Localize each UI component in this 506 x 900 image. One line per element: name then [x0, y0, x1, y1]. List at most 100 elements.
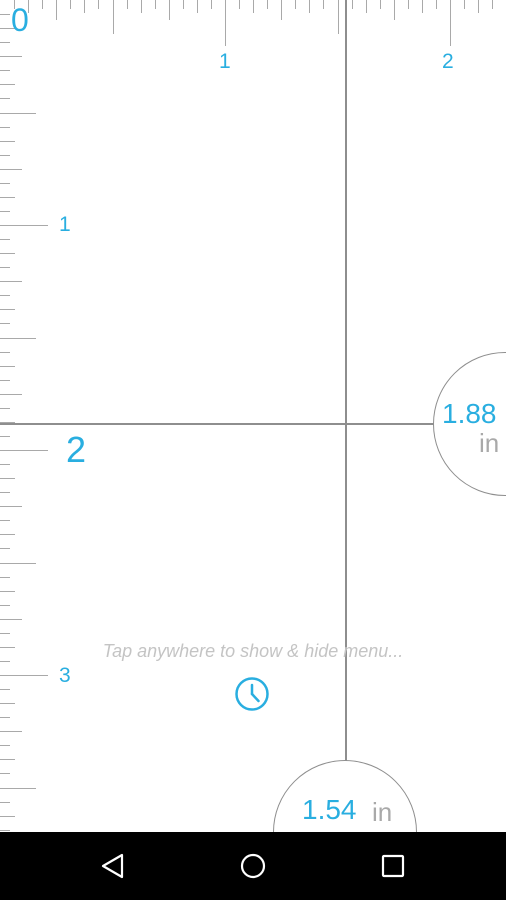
- top-ruler-tick: [435, 0, 437, 9]
- left-ruler-tick: [0, 210, 10, 212]
- top-ruler-tick: [154, 0, 156, 9]
- left-ruler-tick: [0, 182, 10, 184]
- top-ruler-tick: [393, 0, 395, 20]
- top-ruler-tick: [281, 0, 283, 20]
- top-ruler-tick: [210, 0, 212, 9]
- left-ruler-tick: [0, 717, 10, 719]
- top-ruler-tick: [309, 0, 311, 13]
- left-ruler-tick: [0, 731, 22, 733]
- menu-hint-text: Tap anywhere to show & hide menu...: [102, 641, 404, 661]
- horizontal-measurement-unit: in: [479, 428, 500, 458]
- top-ruler-tick: [253, 0, 255, 13]
- measure-canvas[interactable]: 0 1 2 1 2 3 Tap anywhere to show & hide …: [0, 0, 506, 832]
- left-ruler-tick: [0, 351, 10, 353]
- left-ruler-tick: [0, 295, 10, 297]
- left-ruler-tick: [0, 450, 48, 451]
- top-ruler-tick: [196, 0, 198, 13]
- left-ruler-tick: [0, 98, 10, 100]
- left-ruler-tick: [0, 773, 10, 775]
- left-ruler-tick: [0, 829, 10, 831]
- top-ruler-tick: [84, 0, 86, 13]
- left-ruler-tick: [0, 801, 10, 803]
- top-ruler-tick: [492, 0, 494, 9]
- left-ruler-tick: [0, 492, 10, 494]
- navigation-bar: [0, 832, 506, 900]
- left-ruler-tick: [0, 154, 10, 156]
- left-ruler-tick: [0, 548, 10, 550]
- clock-icon[interactable]: [234, 676, 270, 712]
- top-ruler-tick: [478, 0, 480, 13]
- left-ruler-tick: [0, 196, 15, 198]
- top-ruler-tick: [267, 0, 269, 9]
- left-ruler-tick: [0, 337, 36, 339]
- left-ruler-tick: [0, 112, 36, 114]
- top-ruler-tick: [421, 0, 423, 13]
- left-ruler-tick: [0, 703, 15, 705]
- top-ruler-tick: [295, 0, 297, 9]
- top-ruler-tick: [337, 0, 339, 34]
- top-ruler-label-2: 2: [442, 50, 454, 73]
- left-ruler-label-2: 2: [66, 429, 87, 470]
- recents-square-icon[interactable]: [373, 846, 413, 886]
- top-ruler-tick: [56, 0, 58, 20]
- home-circle-icon[interactable]: [233, 846, 273, 886]
- left-ruler-tick: [0, 435, 10, 437]
- top-ruler-tick: [225, 0, 226, 46]
- left-ruler-tick: [0, 168, 22, 170]
- left-ruler-tick: [0, 576, 10, 578]
- left-ruler-tick: [0, 281, 22, 283]
- left-ruler-tick: [0, 759, 15, 761]
- left-ruler-tick: [0, 478, 15, 480]
- top-ruler-label-1: 1: [219, 50, 231, 73]
- top-ruler-tick: [168, 0, 170, 20]
- back-triangle-icon[interactable]: [93, 846, 133, 886]
- left-ruler-tick: [0, 590, 15, 592]
- left-ruler-tick: [0, 815, 15, 817]
- top-ruler-label-0: 0: [11, 2, 29, 38]
- top-ruler-tick: [323, 0, 325, 9]
- top-ruler-tick: [365, 0, 367, 13]
- left-ruler-label-1: 1: [59, 213, 71, 236]
- left-ruler-label-3: 3: [59, 664, 71, 687]
- horizontal-measurement-handle[interactable]: 1.88 in: [433, 352, 506, 496]
- left-ruler-tick: [0, 84, 15, 86]
- left-ruler-tick: [0, 604, 10, 606]
- top-ruler-tick: [450, 0, 451, 46]
- top-ruler-tick: [464, 0, 466, 9]
- top-ruler-tick: [239, 0, 241, 9]
- left-ruler-tick: [0, 365, 15, 367]
- left-ruler-tick: [0, 393, 22, 395]
- left-ruler-tick: [0, 253, 15, 255]
- left-ruler-tick: [0, 70, 10, 72]
- left-ruler-tick: [0, 689, 10, 691]
- horizontal-measurement-value: 1.88: [442, 398, 497, 429]
- left-ruler-tick: [0, 126, 10, 128]
- top-ruler-tick: [407, 0, 409, 9]
- top-ruler-tick: [182, 0, 184, 9]
- left-ruler-tick: [0, 42, 10, 44]
- left-ruler-tick: [0, 14, 10, 16]
- vertical-measurement-unit: in: [372, 797, 393, 827]
- left-ruler-tick: [0, 534, 15, 536]
- vertical-measurement-handle[interactable]: 1.54 in: [273, 760, 417, 832]
- vertical-measurement-value: 1.54: [302, 794, 357, 825]
- left-ruler-tick: [0, 225, 48, 226]
- left-ruler-tick: [0, 56, 22, 58]
- left-ruler-tick: [0, 379, 10, 381]
- top-ruler-tick: [98, 0, 100, 9]
- left-ruler-tick: [0, 520, 10, 522]
- left-ruler-tick: [0, 745, 10, 747]
- top-ruler-tick: [112, 0, 114, 34]
- left-ruler-tick: [0, 632, 10, 634]
- left-ruler-tick: [0, 787, 36, 789]
- left-ruler-tick: [0, 562, 36, 564]
- top-ruler-tick: [70, 0, 72, 9]
- left-ruler-tick: [0, 464, 10, 466]
- left-ruler-tick: [0, 675, 48, 676]
- horizontal-guide-line[interactable]: [0, 423, 436, 425]
- left-ruler-tick: [0, 309, 15, 311]
- left-ruler-tick: [0, 239, 10, 241]
- left-ruler-tick: [0, 323, 10, 325]
- top-ruler-tick: [379, 0, 381, 9]
- left-ruler-tick: [0, 140, 15, 142]
